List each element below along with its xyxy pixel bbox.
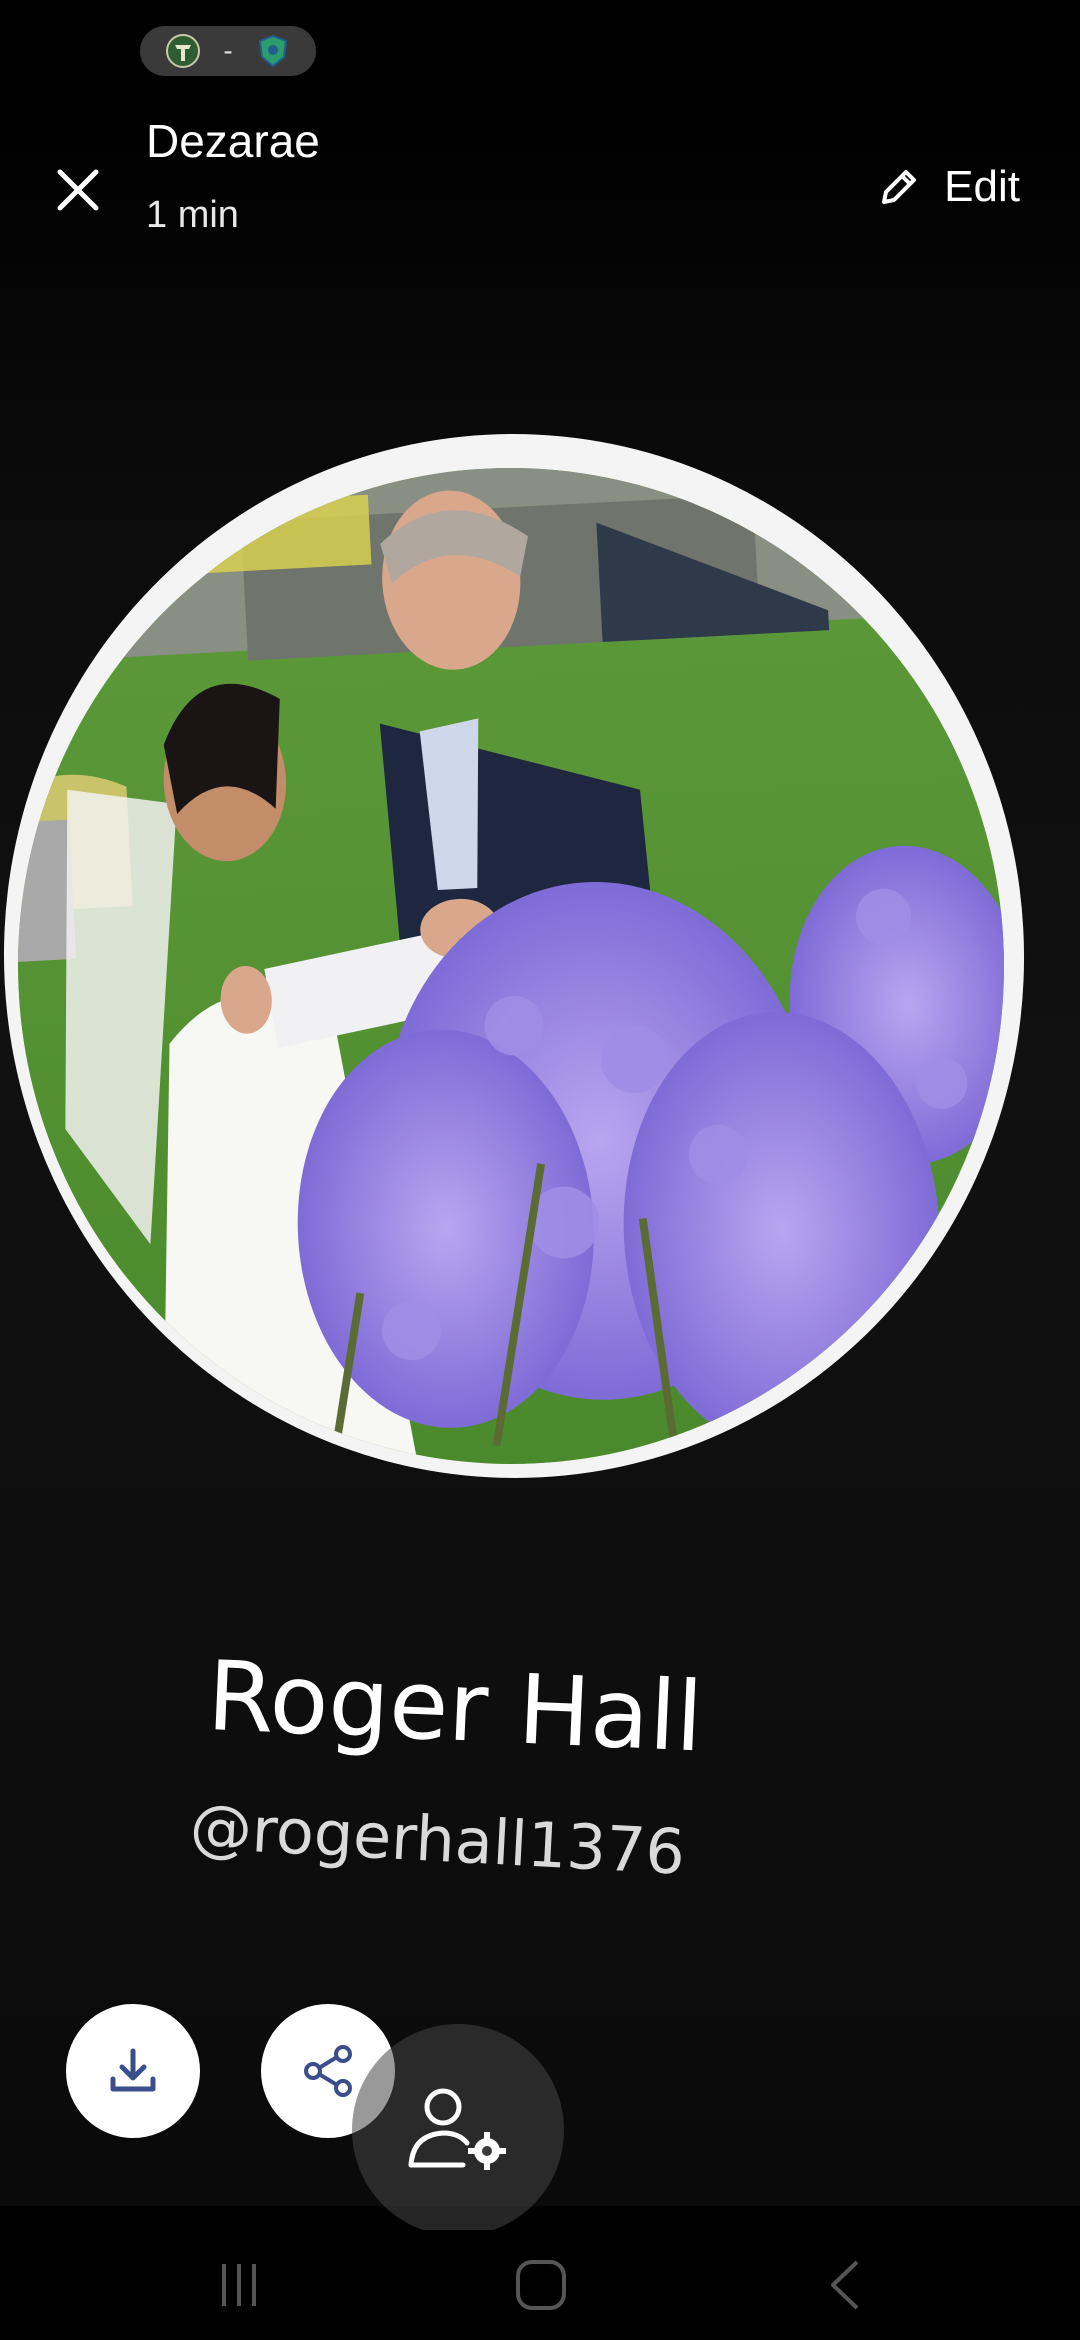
home-icon [516,2260,566,2310]
sent-time: 1 min [146,194,239,236]
close-button[interactable] [46,158,110,222]
timbers-logo-icon [166,34,201,68]
recents-button[interactable] [184,2250,294,2320]
notification-pill: - [140,26,316,76]
sounders-logo-icon [258,34,287,68]
recents-icon [222,2264,256,2306]
back-button[interactable] [790,2250,900,2320]
download-icon [110,2048,156,2092]
back-icon [831,2260,859,2310]
status-bar: - [0,0,1080,106]
profile-name: Roger Hall [205,1640,705,1774]
system-nav-bar [0,2230,1080,2340]
person-settings-icon [408,2088,506,2170]
edit-label: Edit [944,162,1020,211]
download-button[interactable] [66,2004,200,2138]
close-icon [57,169,99,211]
pencil-icon [882,170,917,204]
share-icon [304,2045,352,2097]
home-button[interactable] [486,2250,596,2320]
edit-button[interactable]: Edit [876,152,1020,222]
top-bar: Dezarae 1 min Edit [0,106,1080,256]
status-separator: - [223,35,233,66]
sender-name: Dezarae [146,115,320,167]
manage-contact-button[interactable] [352,2024,564,2236]
